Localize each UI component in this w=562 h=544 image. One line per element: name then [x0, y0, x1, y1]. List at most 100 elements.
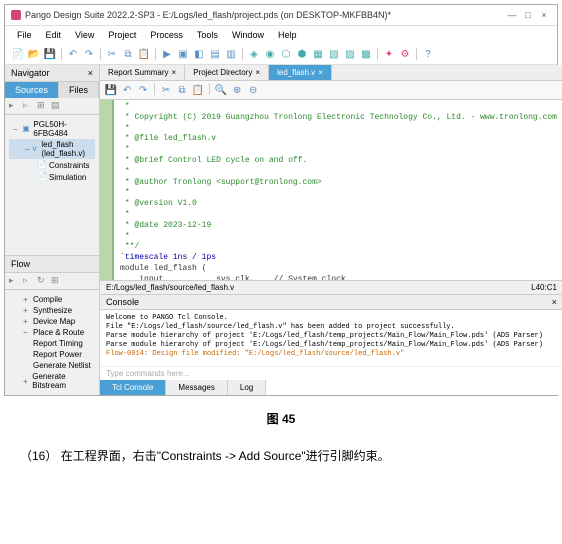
open-icon[interactable]: 📂: [27, 47, 41, 61]
nav-tool-icon[interactable]: ⊞: [37, 100, 49, 112]
search-icon[interactable]: 🔍: [214, 83, 228, 97]
flow-tool-icon[interactable]: ▹: [23, 275, 35, 287]
tool-icon[interactable]: ▨: [343, 47, 357, 61]
close-icon[interactable]: ×: [255, 68, 260, 77]
new-icon[interactable]: 📄: [11, 47, 25, 61]
tool-icon[interactable]: ▣: [176, 47, 190, 61]
ed-tool-icon[interactable]: ⊖: [246, 83, 260, 97]
save-icon[interactable]: 💾: [43, 47, 57, 61]
flow-device-map[interactable]: +Device Map: [9, 316, 95, 327]
ed-tool-icon[interactable]: ⧉: [175, 83, 189, 97]
tool-icon[interactable]: ◧: [192, 47, 206, 61]
tool-icon[interactable]: ▤: [208, 47, 222, 61]
flow-place-route[interactable]: −Place & Route: [9, 327, 95, 338]
tree-item-file[interactable]: − v led_flash (led_flash.v): [9, 139, 95, 159]
flow-tool-icon[interactable]: ↻: [37, 275, 49, 287]
separator: [209, 83, 210, 95]
ed-tool-icon[interactable]: 💾: [104, 83, 118, 97]
flow-compile[interactable]: +Compile: [9, 294, 95, 305]
window-controls: — □ ×: [505, 8, 551, 22]
tab-project-directory[interactable]: Project Directory×: [185, 65, 269, 80]
menu-process[interactable]: Process: [144, 28, 189, 42]
tab-sources[interactable]: Sources: [5, 82, 59, 98]
nav-tool-icon[interactable]: ▤: [51, 100, 63, 112]
console-input[interactable]: Type commands here...: [100, 366, 562, 380]
tool-icon[interactable]: ⚙: [398, 47, 412, 61]
separator: [61, 48, 62, 60]
flow-tool-icon[interactable]: ⊞: [51, 275, 63, 287]
tool-icon[interactable]: ✦: [382, 47, 396, 61]
tool-icon[interactable]: ▩: [359, 47, 373, 61]
tool-icon[interactable]: ⬢: [295, 47, 309, 61]
menu-help[interactable]: Help: [272, 28, 303, 42]
tree-item-simulation[interactable]: 📄 Simulation: [9, 171, 95, 183]
flow-tool-icon[interactable]: ▸: [9, 275, 21, 287]
editor-status: E:/Logs/led_flash/source/led_flash.v L40…: [100, 280, 562, 294]
close-icon[interactable]: ×: [172, 68, 177, 77]
navigator-close-icon[interactable]: ×: [88, 68, 93, 78]
ed-tool-icon[interactable]: ✂: [159, 83, 173, 97]
expand-icon[interactable]: −: [13, 125, 20, 134]
console-output[interactable]: Welcome to PANGO Tcl Console.File "E:/Lo…: [100, 310, 562, 366]
tab-log[interactable]: Log: [228, 380, 266, 395]
tool-icon[interactable]: ⬡: [279, 47, 293, 61]
tab-messages[interactable]: Messages: [166, 380, 227, 395]
step-number: （16）: [20, 449, 57, 463]
flow-report-timing[interactable]: Report Timing: [9, 338, 95, 349]
expand-icon[interactable]: −: [25, 145, 31, 154]
cut-icon[interactable]: ✂: [105, 47, 119, 61]
flow-header: Flow: [5, 255, 99, 273]
menu-project[interactable]: Project: [102, 28, 142, 42]
paste-icon[interactable]: 📋: [137, 47, 151, 61]
tool-icon[interactable]: ▦: [311, 47, 325, 61]
tool-icon[interactable]: ◉: [263, 47, 277, 61]
ed-tool-icon[interactable]: ↷: [136, 83, 150, 97]
nav-tool-icon[interactable]: ▹: [23, 100, 35, 112]
undo-icon[interactable]: ↶: [66, 47, 80, 61]
maximize-button[interactable]: □: [521, 8, 535, 22]
menu-window[interactable]: Window: [226, 28, 270, 42]
close-icon[interactable]: ×: [318, 68, 323, 77]
tool-icon[interactable]: ▧: [327, 47, 341, 61]
menu-edit[interactable]: Edit: [40, 28, 68, 42]
code-content[interactable]: * * Copyright (C) 2019 Guangzhou Tronlon…: [114, 100, 562, 280]
titlebar: Pango Design Suite 2022.2-SP3 - E:/Logs/…: [5, 5, 557, 26]
ed-tool-icon[interactable]: ⊕: [230, 83, 244, 97]
tab-tcl-console[interactable]: Tcl Console: [100, 380, 166, 395]
redo-icon[interactable]: ↷: [82, 47, 96, 61]
source-tree: − ▣ PGL50H-6FBG484 − v led_flash (led_fl…: [5, 115, 99, 255]
nav-tool-icon[interactable]: ▸: [9, 100, 21, 112]
console-title: Console: [106, 297, 139, 307]
flow-generate-netlist[interactable]: Generate Netlist: [9, 360, 95, 371]
ed-tool-icon[interactable]: 📋: [191, 83, 205, 97]
flow-synthesize[interactable]: +Synthesize: [9, 305, 95, 316]
tool-icon[interactable]: ▶: [160, 47, 174, 61]
navigator-toolbar: ▸ ▹ ⊞ ▤: [5, 98, 99, 115]
menu-file[interactable]: File: [11, 28, 38, 42]
tab-led-flash[interactable]: led_flash.v×: [269, 65, 332, 80]
tab-files[interactable]: Files: [59, 82, 99, 98]
flow-generate-bitstream[interactable]: +Generate Bitstream: [9, 371, 95, 391]
tool-icon[interactable]: ▥: [224, 47, 238, 61]
tool-icon[interactable]: ◈: [247, 47, 261, 61]
help-icon[interactable]: ?: [421, 47, 435, 61]
minimize-button[interactable]: —: [505, 8, 519, 22]
console-close-icon[interactable]: ×: [552, 297, 557, 307]
flow-report-power[interactable]: Report Power: [9, 349, 95, 360]
console-panel: Console × Welcome to PANGO Tcl Console.F…: [100, 294, 562, 395]
file-icon: 📄: [37, 172, 47, 182]
code-editor[interactable]: * * Copyright (C) 2019 Guangzhou Tronlon…: [100, 100, 562, 280]
line-gutter: [100, 100, 114, 280]
ed-tool-icon[interactable]: ↶: [120, 83, 134, 97]
tree-project[interactable]: − ▣ PGL50H-6FBG484: [9, 119, 95, 139]
tab-report-summary[interactable]: Report Summary×: [100, 65, 185, 80]
navigator-tabs: Sources Files: [5, 82, 99, 98]
menu-view[interactable]: View: [69, 28, 100, 42]
close-button[interactable]: ×: [537, 8, 551, 22]
tree-item-constraints[interactable]: 📄 Constraints: [9, 159, 95, 171]
menu-tools[interactable]: Tools: [191, 28, 224, 42]
figure-caption: 图 45: [0, 410, 562, 427]
instruction-text: （16） 在工程界面，右击"Constraints -> Add Source"…: [0, 441, 562, 472]
copy-icon[interactable]: ⧉: [121, 47, 135, 61]
file-icon: 📄: [37, 160, 47, 170]
